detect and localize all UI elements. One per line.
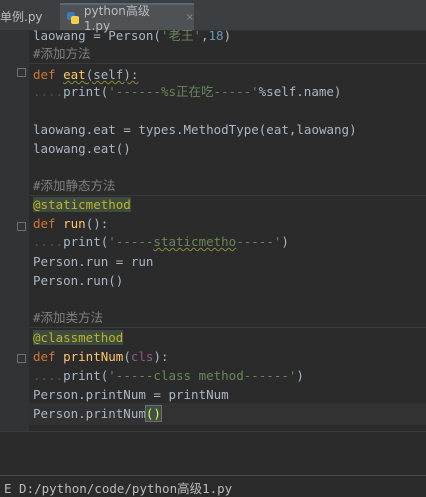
fold-marker-icon[interactable] <box>17 354 26 363</box>
run-output-panel[interactable]: E D:/python/code/python高级1.py <box>0 475 426 496</box>
comment-line: #添加类方法 <box>33 310 104 325</box>
code-line: ....print('-----staticmetho-----') <box>33 234 289 249</box>
code-line: Person.run() <box>33 273 124 288</box>
line-gutter[interactable] <box>0 31 29 431</box>
code-line: Person.printNum() <box>33 405 162 422</box>
python-file-icon <box>66 11 80 25</box>
tab-label: 单例.py <box>0 10 43 24</box>
code-line: ....print('------%s正在吃-----'%self.name) <box>33 84 342 99</box>
comment-line: #添加方法 <box>33 46 91 61</box>
close-tab-icon[interactable]: × <box>186 12 194 23</box>
run-output-line: E D:/python/code/python高级1.py <box>4 481 233 496</box>
code-editor[interactable]: laowang = Person('老王',18) #添加方法 def eat(… <box>29 28 426 431</box>
code-line: laowang.eat() <box>33 141 131 156</box>
fold-marker-icon[interactable] <box>17 68 26 77</box>
fold-marker-icon[interactable] <box>17 222 26 231</box>
